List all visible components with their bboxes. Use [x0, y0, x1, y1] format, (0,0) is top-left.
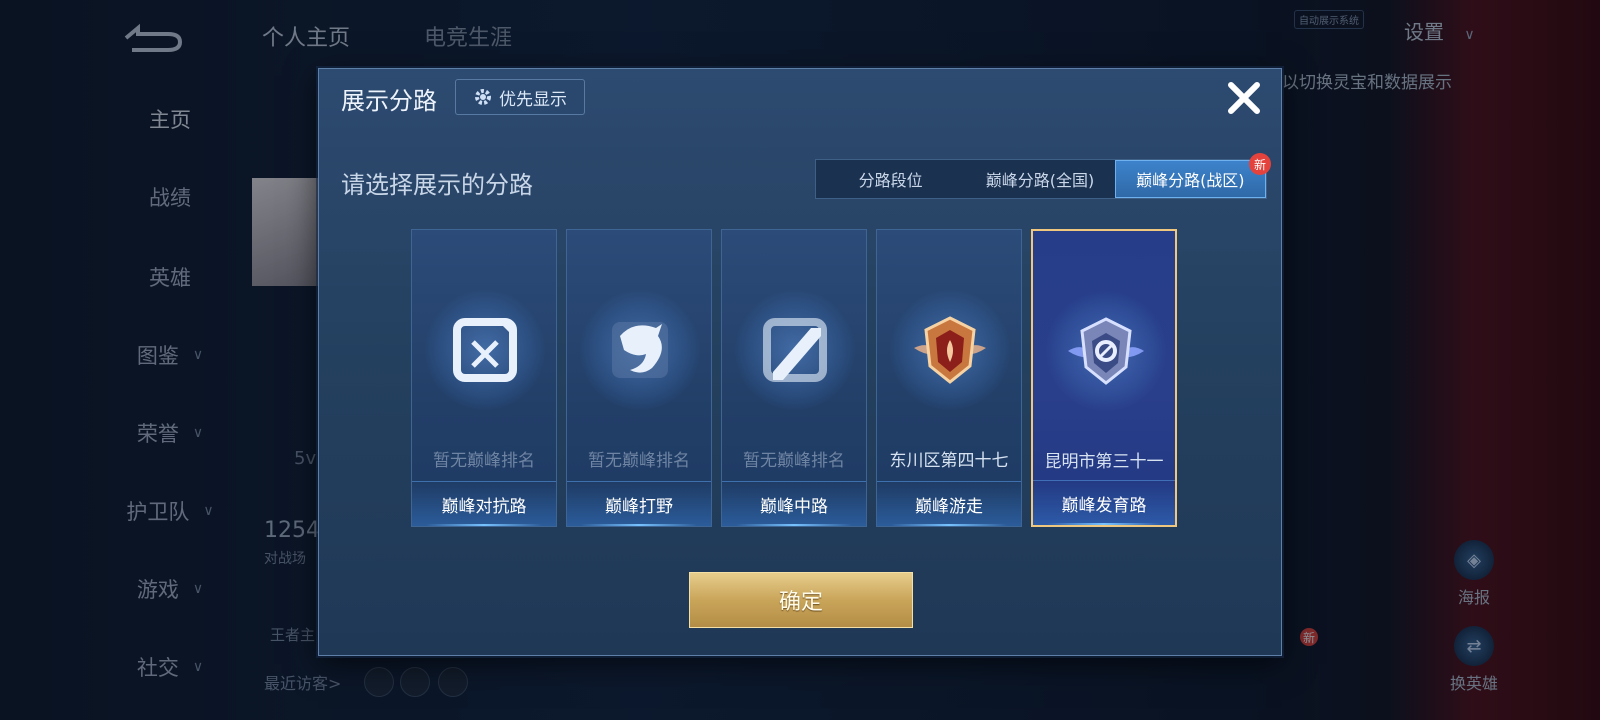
lane-name: 巅峰中路	[722, 481, 866, 526]
lane-card-list: 暂无巅峰排名 巅峰对抗路 暂无巅峰排名 巅峰打野 暂无巅峰排名 巅峰中路 东川区第四十七 巅峰…	[411, 229, 1191, 529]
lane-name: 巅峰对抗路	[412, 481, 556, 526]
lane-card[interactable]: 东川区第四十七巅峰游走	[876, 229, 1022, 527]
farm-lane-badge-icon	[1066, 311, 1146, 391]
lane-card[interactable]: 暂无巅峰排名巅峰对抗路	[411, 229, 557, 527]
dialog-title: 展示分路	[341, 87, 437, 115]
tab-peak-lane-region[interactable]: 巅峰分路(战区) 新	[1114, 153, 1271, 198]
lane-card[interactable]: 暂无巅峰排名巅峰打野	[566, 229, 712, 527]
dialog-subtitle: 请选择展示的分路	[341, 171, 533, 199]
lane-name: 巅峰发育路	[1033, 480, 1175, 525]
roam-badge-icon	[910, 310, 990, 390]
close-button[interactable]	[1221, 75, 1267, 121]
lane-name: 巅峰游走	[877, 481, 1021, 526]
tab-label: 巅峰分路(全国)	[985, 171, 1095, 190]
lane-name: 巅峰打野	[567, 481, 711, 526]
lane-rank-text: 暂无巅峰排名	[433, 451, 535, 471]
tab-lane-rank[interactable]: 分路段位	[816, 160, 965, 198]
lane-source-tabs: 分路段位 巅峰分路(全国) 巅峰分路(战区) 新	[815, 153, 1271, 199]
priority-display-button[interactable]: 优先显示	[455, 79, 585, 115]
tab-peak-lane-national[interactable]: 巅峰分路(全国)	[965, 160, 1114, 198]
lane-card[interactable]: 暂无巅峰排名巅峰中路	[721, 229, 867, 527]
jungle-dragon-icon	[600, 310, 680, 390]
lane-rank-text: 暂无巅峰排名	[588, 451, 690, 471]
new-badge: 新	[1248, 153, 1271, 175]
tab-label: 巅峰分路(战区)	[1136, 171, 1245, 190]
lane-rank-text: 昆明市第三十一	[1044, 452, 1164, 472]
close-icon	[1228, 82, 1260, 114]
priority-display-label: 优先显示	[499, 89, 567, 110]
confirm-button[interactable]: 确定	[689, 572, 913, 628]
lane-card[interactable]: 昆明市第三十一巅峰发育路	[1031, 229, 1177, 527]
lane-rank-text: 暂无巅峰排名	[743, 451, 845, 471]
clash-lane-icon	[445, 310, 525, 390]
confirm-label: 确定	[778, 590, 823, 615]
lane-rank-text: 东川区第四十七	[889, 451, 1009, 471]
gear-icon	[475, 89, 491, 105]
mid-lane-icon	[755, 310, 835, 390]
tab-label: 分路段位	[858, 171, 923, 190]
lane-display-dialog: 展示分路 优先显示 请选择展示的分路 分路段位 巅峰分路(全国) 巅峰分路(战区…	[318, 68, 1282, 656]
